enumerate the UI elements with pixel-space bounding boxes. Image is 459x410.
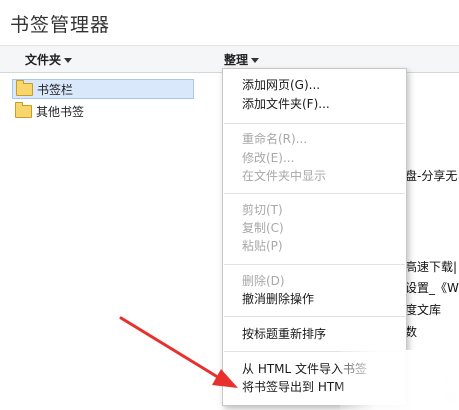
red-arrow-annotation-icon (119, 316, 238, 388)
